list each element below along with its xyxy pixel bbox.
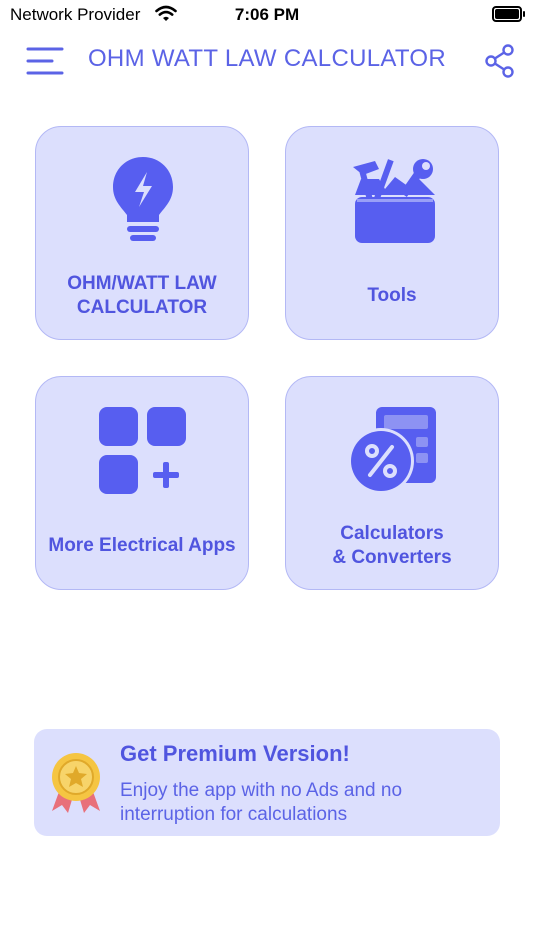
page-title: OHM WATT LAW CALCULATOR — [87, 45, 447, 72]
share-icon[interactable] — [483, 44, 515, 78]
nav-bar: OHM WATT LAW CALCULATOR — [0, 40, 534, 84]
tile-calculators-converters[interactable]: Calculators & Converters — [285, 376, 499, 590]
premium-banner[interactable]: Get Premium Version! Enjoy the app with … — [34, 729, 500, 836]
status-time: 7:06 PM — [234, 5, 300, 24]
tile-more-electrical-apps[interactable]: More Electrical Apps — [35, 376, 249, 590]
premium-description: Enjoy the app with no Ads and no interru… — [120, 780, 403, 825]
premium-title: Get Premium Version! — [120, 741, 350, 766]
tile-label: OHM/WATT LAW CALCULATOR — [67, 273, 217, 318]
calculator-percent-icon — [348, 407, 436, 494]
apps-grid-icon — [99, 407, 186, 494]
tile-label: Tools — [367, 285, 417, 306]
status-bar: Network Provider 7:06 PM — [0, 0, 534, 30]
tile-tools[interactable]: Tools — [285, 126, 499, 340]
tile-label: More Electrical Apps — [48, 535, 236, 556]
tile-ohm-watt-calculator[interactable]: OHM/WATT LAW CALCULATOR — [35, 126, 249, 340]
battery-icon — [492, 6, 522, 22]
toolbox-icon — [353, 159, 435, 243]
tile-label: Calculators & Converters — [332, 523, 452, 568]
bulb-icon — [113, 157, 173, 241]
medal-icon — [52, 753, 100, 813]
